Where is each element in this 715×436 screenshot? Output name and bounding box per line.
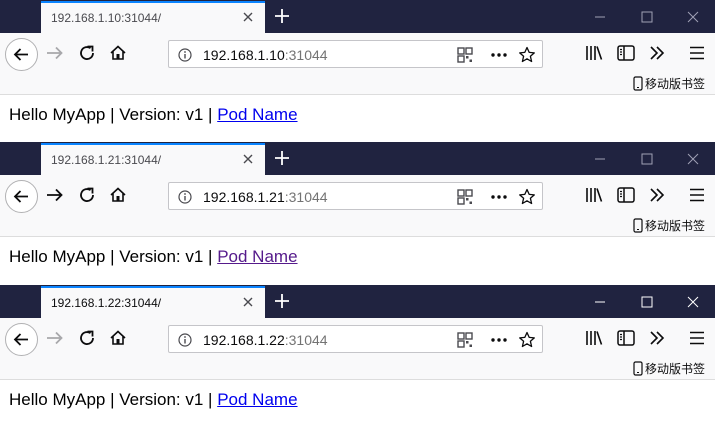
minimize-icon[interactable] <box>592 9 608 25</box>
maximize-icon[interactable] <box>639 294 655 310</box>
overflow-chevron-icon[interactable] <box>645 41 669 65</box>
info-icon[interactable] <box>175 330 195 350</box>
page-content: Hello MyApp | Version: v1 | Pod Name <box>0 237 715 283</box>
title-bar: 192.168.1.10:31044/ <box>0 0 715 33</box>
close-window-icon[interactable] <box>685 151 701 167</box>
hello-text: Hello MyApp | Version: v1 | <box>9 247 218 266</box>
qr-code-icon[interactable] <box>455 187 475 207</box>
title-bar: 192.168.1.22:31044/ <box>0 285 715 318</box>
star-icon[interactable] <box>517 187 537 207</box>
browser-window-1: 192.168.1.10:31044/ 192.168.1.10:31044 移… <box>0 0 715 141</box>
forward-button[interactable] <box>40 322 70 354</box>
minimize-icon[interactable] <box>592 294 608 310</box>
mobile-bookmarks-button[interactable]: 移动版书签 <box>633 75 705 92</box>
close-window-icon[interactable] <box>685 9 701 25</box>
qr-code-icon[interactable] <box>455 45 475 65</box>
url-bar[interactable]: 192.168.1.22:31044 <box>168 325 543 353</box>
forward-button[interactable] <box>40 37 70 69</box>
hamburger-menu-icon[interactable] <box>685 183 709 207</box>
hello-text: Hello MyApp | Version: v1 | <box>9 390 218 409</box>
back-button[interactable] <box>5 38 38 71</box>
tab-title: 192.168.1.21:31044/ <box>51 153 162 167</box>
mobile-bookmarks-label: 移动版书签 <box>644 77 705 91</box>
url-bar[interactable]: 192.168.1.21:31044 <box>168 182 543 210</box>
star-icon[interactable] <box>517 45 537 65</box>
reload-button[interactable] <box>72 322 102 354</box>
close-window-icon[interactable] <box>685 294 701 310</box>
url-host: 192.168.1.22 <box>203 332 285 348</box>
overflow-chevron-icon[interactable] <box>645 326 669 350</box>
page-text: Hello MyApp | Version: v1 | Pod Name <box>9 247 298 267</box>
new-tab-button[interactable] <box>272 291 292 311</box>
url-bar[interactable]: 192.168.1.10:31044 <box>168 40 543 68</box>
forward-button[interactable] <box>40 179 70 211</box>
browser-tab[interactable]: 192.168.1.22:31044/ <box>41 286 265 318</box>
close-icon[interactable] <box>241 152 255 166</box>
browser-tab[interactable]: 192.168.1.10:31044/ <box>41 1 265 33</box>
sidebar-icon[interactable] <box>614 41 638 65</box>
reload-button[interactable] <box>72 37 102 69</box>
mobile-bookmarks-button[interactable]: 移动版书签 <box>633 360 705 377</box>
back-button[interactable] <box>5 180 38 213</box>
pod-name-link[interactable]: Pod Name <box>217 247 297 266</box>
close-icon[interactable] <box>241 10 255 24</box>
star-icon[interactable] <box>517 330 537 350</box>
url-port: :31044 <box>284 47 328 63</box>
sidebar-icon[interactable] <box>614 326 638 350</box>
library-icon[interactable] <box>582 41 606 65</box>
mobile-bookmarks-label: 移动版书签 <box>644 219 705 233</box>
browser-window-3: 192.168.1.22:31044/ 192.168.1.22:31044 移… <box>0 285 715 436</box>
nav-toolbar: 192.168.1.22:31044 <box>0 318 715 358</box>
library-icon[interactable] <box>582 183 606 207</box>
url-port: :31044 <box>284 332 328 348</box>
home-button[interactable] <box>103 179 133 211</box>
close-icon[interactable] <box>241 295 255 309</box>
browser-tab[interactable]: 192.168.1.21:31044/ <box>41 143 265 175</box>
page-text: Hello MyApp | Version: v1 | Pod Name <box>9 105 298 125</box>
url-text[interactable]: 192.168.1.22:31044 <box>203 332 328 348</box>
url-port: :31044 <box>284 189 328 205</box>
hamburger-menu-icon[interactable] <box>685 326 709 350</box>
home-button[interactable] <box>103 37 133 69</box>
info-icon[interactable] <box>175 45 195 65</box>
page-text: Hello MyApp | Version: v1 | Pod Name <box>9 390 298 410</box>
more-actions-icon[interactable] <box>489 330 509 350</box>
new-tab-button[interactable] <box>272 6 292 26</box>
library-icon[interactable] <box>582 326 606 350</box>
url-host: 192.168.1.10 <box>203 47 285 63</box>
title-bar: 192.168.1.21:31044/ <box>0 142 715 175</box>
page-content: Hello MyApp | Version: v1 | Pod Name <box>0 380 715 436</box>
bookmarks-toolbar: 移动版书签 <box>0 73 715 95</box>
maximize-icon[interactable] <box>639 151 655 167</box>
browser-window-2: 192.168.1.21:31044/ 192.168.1.21:31044 移… <box>0 142 715 283</box>
url-text[interactable]: 192.168.1.21:31044 <box>203 189 328 205</box>
hello-text: Hello MyApp | Version: v1 | <box>9 105 218 124</box>
pod-name-link[interactable]: Pod Name <box>217 105 297 124</box>
qr-code-icon[interactable] <box>455 330 475 350</box>
bookmarks-toolbar: 移动版书签 <box>0 215 715 237</box>
page-content: Hello MyApp | Version: v1 | Pod Name <box>0 95 715 141</box>
back-button[interactable] <box>5 323 38 356</box>
new-tab-button[interactable] <box>272 148 292 168</box>
tab-title: 192.168.1.10:31044/ <box>51 11 162 25</box>
hamburger-menu-icon[interactable] <box>685 41 709 65</box>
tab-title: 192.168.1.22:31044/ <box>51 296 162 310</box>
mobile-bookmarks-button[interactable]: 移动版书签 <box>633 217 705 234</box>
url-text[interactable]: 192.168.1.10:31044 <box>203 47 328 63</box>
home-button[interactable] <box>103 322 133 354</box>
minimize-icon[interactable] <box>592 151 608 167</box>
pod-name-link[interactable]: Pod Name <box>217 390 297 409</box>
nav-toolbar: 192.168.1.21:31044 <box>0 175 715 215</box>
info-icon[interactable] <box>175 187 195 207</box>
more-actions-icon[interactable] <box>489 45 509 65</box>
bookmarks-toolbar: 移动版书签 <box>0 358 715 380</box>
mobile-bookmarks-label: 移动版书签 <box>644 362 705 376</box>
maximize-icon[interactable] <box>639 9 655 25</box>
url-host: 192.168.1.21 <box>203 189 285 205</box>
sidebar-icon[interactable] <box>614 183 638 207</box>
reload-button[interactable] <box>72 179 102 211</box>
overflow-chevron-icon[interactable] <box>645 183 669 207</box>
nav-toolbar: 192.168.1.10:31044 <box>0 33 715 73</box>
more-actions-icon[interactable] <box>489 187 509 207</box>
